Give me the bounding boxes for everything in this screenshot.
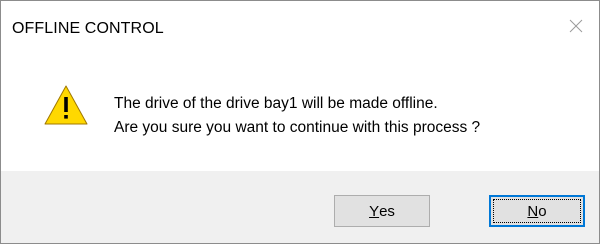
yes-button-mnemonic: Y xyxy=(369,202,380,220)
message-line-2: Are you sure you want to continue with t… xyxy=(114,119,481,136)
message-line-1: The drive of the drive bay1 will be made… xyxy=(114,95,438,112)
close-button[interactable] xyxy=(553,1,599,51)
no-button[interactable]: No xyxy=(489,195,585,227)
close-icon xyxy=(569,19,583,33)
yes-button-label: es xyxy=(379,202,395,220)
no-button-label: o xyxy=(538,202,547,220)
offline-control-dialog: OFFLINE CONTROL The drive of the drive b… xyxy=(0,0,600,244)
no-button-mnemonic: N xyxy=(527,202,539,220)
window-title: OFFLINE CONTROL xyxy=(12,20,164,37)
button-bar: Yes No xyxy=(1,171,599,243)
yes-button[interactable]: Yes xyxy=(334,195,430,227)
warning-icon xyxy=(44,85,88,125)
message-area: The drive of the drive bay1 will be made… xyxy=(1,59,599,171)
title-bar[interactable]: OFFLINE CONTROL xyxy=(1,1,599,59)
message-text: The drive of the drive bay1 will be made… xyxy=(114,92,480,140)
